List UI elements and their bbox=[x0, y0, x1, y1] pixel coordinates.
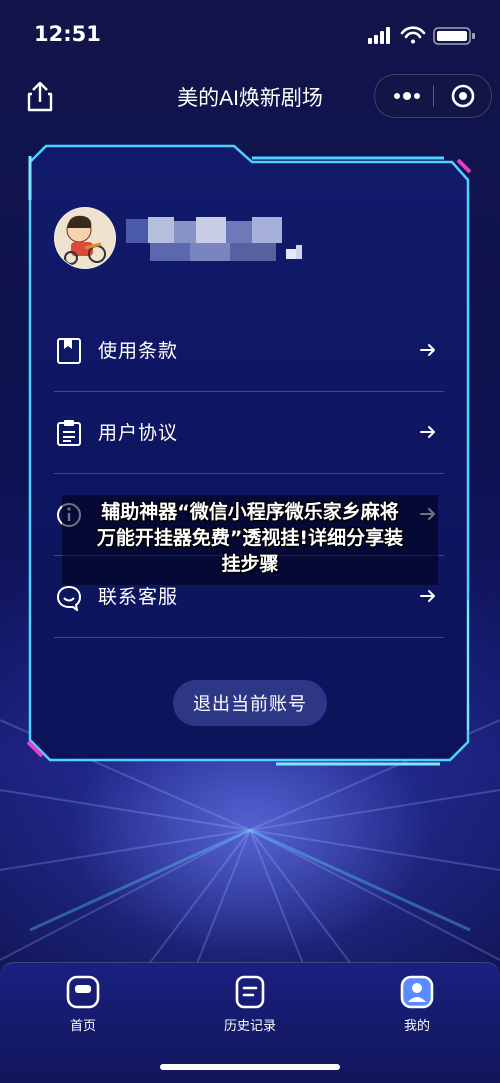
signal-icon bbox=[368, 27, 390, 44]
tab-home[interactable]: 首页 bbox=[0, 963, 166, 1053]
arrow-right-icon bbox=[420, 344, 435, 356]
status-bar: 12:51 bbox=[0, 0, 500, 70]
tab-label: 首页 bbox=[69, 1018, 96, 1033]
overlay-caption-text: 辅助神器“微信小程序微乐家乡麻将 万能开挂器免费”透视挂!详细分享装 挂步骤 bbox=[62, 499, 438, 577]
battery-icon bbox=[433, 27, 475, 45]
more-dots-icon[interactable] bbox=[381, 75, 433, 117]
tab-mine[interactable]: 我的 bbox=[334, 963, 500, 1053]
navigation-bar: 美的AI焕新剧场 bbox=[0, 70, 500, 124]
history-icon bbox=[235, 975, 265, 1009]
clipboard-icon bbox=[57, 420, 81, 446]
mini-program-capsule bbox=[374, 74, 492, 118]
username-blurred bbox=[126, 217, 302, 261]
tab-history[interactable]: 历史记录 bbox=[167, 963, 333, 1053]
chat-icon bbox=[56, 585, 82, 611]
tab-label: 我的 bbox=[403, 1018, 430, 1033]
status-time: 12:51 bbox=[34, 22, 101, 46]
overlay-line-3: 挂步骤 bbox=[221, 553, 279, 575]
menu-item-label: 联系客服 bbox=[98, 587, 179, 608]
wifi-icon bbox=[400, 26, 426, 44]
overlay-caption: 辅助神器“微信小程序微乐家乡麻将 万能开挂器免费”透视挂!详细分享装 挂步骤 bbox=[62, 495, 438, 585]
profile-icon bbox=[400, 975, 434, 1009]
overlay-line-2: 万能开挂器免费”透视挂!详细分享装 bbox=[96, 527, 404, 549]
tab-label: 历史记录 bbox=[223, 1018, 276, 1033]
home-icon bbox=[66, 975, 100, 1009]
system-status-icons bbox=[368, 26, 475, 45]
menu-item-user-agreement[interactable]: 用户协议 bbox=[54, 392, 444, 474]
home-indicator[interactable] bbox=[160, 1064, 340, 1070]
cartoon-avatar[interactable] bbox=[54, 207, 116, 269]
logout-button[interactable]: 退出当前账号 bbox=[173, 680, 327, 726]
divider bbox=[54, 637, 444, 638]
profile-header bbox=[54, 207, 314, 271]
arrow-right-icon bbox=[420, 426, 435, 438]
overlay-line-1: 辅助神器“微信小程序微乐家乡麻将 bbox=[101, 501, 399, 523]
menu-item-label: 使用条款 bbox=[98, 341, 179, 362]
menu-item-terms[interactable]: 使用条款 bbox=[54, 310, 444, 392]
arrow-right-icon bbox=[420, 590, 435, 602]
menu-item-label: 用户协议 bbox=[98, 423, 179, 444]
target-close-icon[interactable] bbox=[437, 75, 489, 117]
bookmark-icon bbox=[57, 338, 81, 364]
capsule-divider bbox=[433, 85, 434, 107]
